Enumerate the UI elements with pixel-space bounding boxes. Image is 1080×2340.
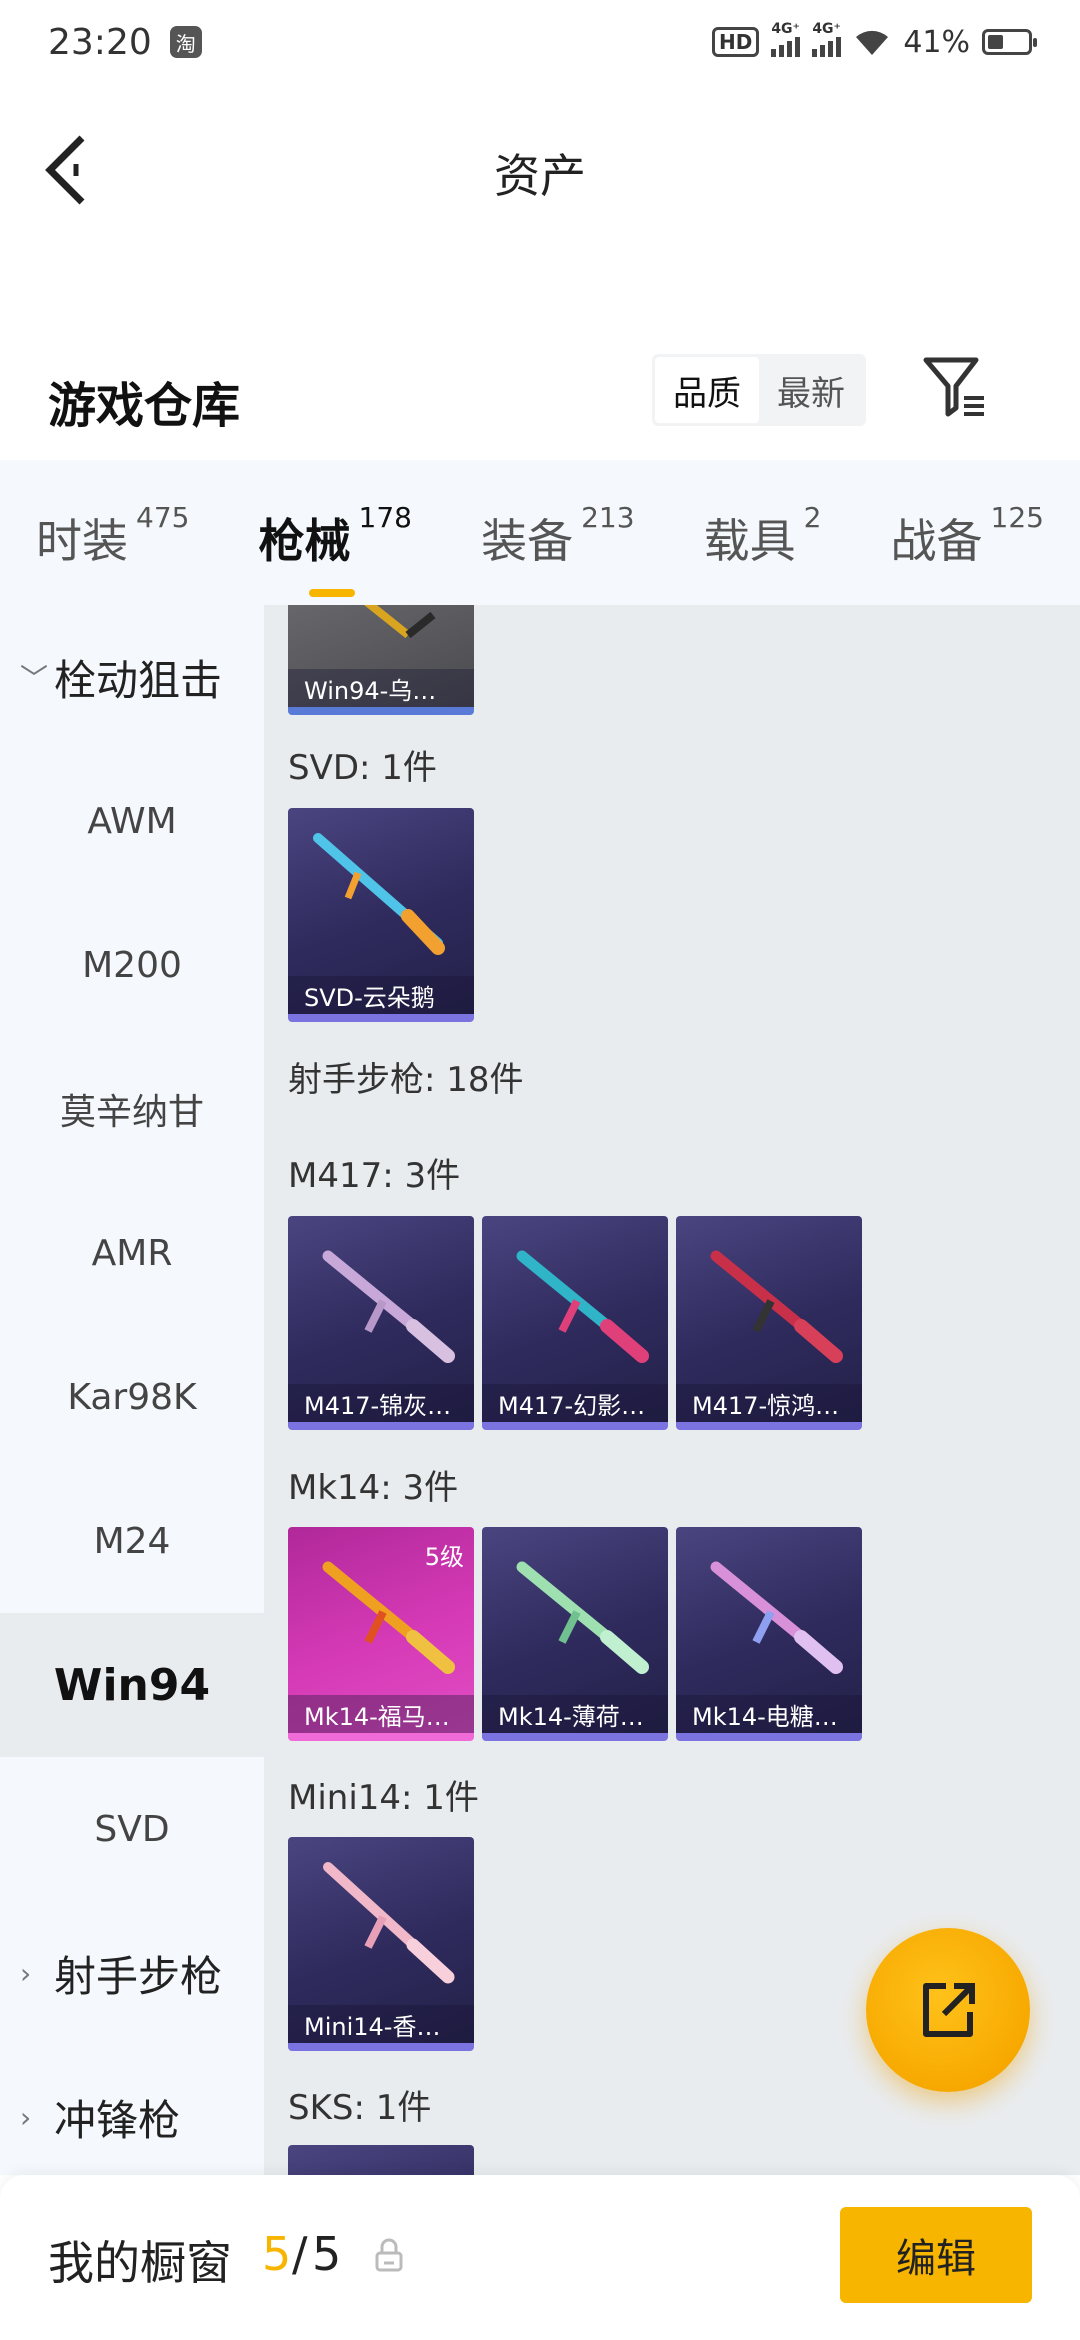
tab-equipment[interactable]: 装备 213 <box>481 495 634 571</box>
warehouse-title: 游戏仓库 <box>48 378 241 434</box>
sidebar-item-mosin[interactable]: 莫辛纳甘 <box>0 1037 264 1181</box>
status-time: 23:20 <box>48 21 152 63</box>
sidebar-group-marksman[interactable]: › 射手步枪 <box>0 1901 264 2045</box>
sort-latest-option[interactable]: 最新 <box>759 357 863 423</box>
showcase-bar: 我的橱窗 5 / 5 编辑 <box>0 2175 1080 2340</box>
skin-card-label: Mini14-香… <box>288 2005 474 2043</box>
hd-voice-icon: HD <box>711 27 760 57</box>
share-button[interactable] <box>866 1928 1030 2092</box>
tab-vehicles[interactable]: 载具 2 <box>704 495 822 571</box>
category-tabs: 时装 475 枪械 178 装备 213 载具 2 战备 125 <box>0 460 1080 605</box>
sidebar-item-svd[interactable]: SVD <box>0 1757 264 1901</box>
gun-icon <box>710 1561 843 1674</box>
chevron-down-icon: ﹀ <box>20 662 49 695</box>
sks-section-label: SKS: 1件 <box>288 2088 432 2128</box>
gun-icon <box>323 1862 455 1984</box>
marksman-section-label: 射手步枪: 18件 <box>288 1060 524 1100</box>
nav-header: 资产 <box>0 84 1080 254</box>
tab-fashion[interactable]: 时装 475 <box>36 495 189 571</box>
showcase-label: 我的橱窗 <box>48 2236 232 2290</box>
sidebar-item-m200[interactable]: M200 <box>0 893 264 1037</box>
sidebar-item-amr[interactable]: AMR <box>0 1181 264 1325</box>
page-title: 资产 <box>494 149 586 203</box>
sort-toggle: 品质 最新 <box>652 354 866 426</box>
sidebar-item-awm[interactable]: AWM <box>0 749 264 893</box>
showcase-total: 5 <box>312 2227 342 2281</box>
signal-icon: 4G⁺ <box>812 21 842 57</box>
sidebar-item-win94[interactable]: Win94 <box>0 1613 264 1757</box>
skin-level-badge: 5级 <box>424 1543 464 1571</box>
edit-button[interactable]: 编辑 <box>840 2207 1032 2303</box>
skin-card-win94[interactable]: Win94-乌… <box>288 605 474 715</box>
skin-card-m417[interactable]: M417-惊鸿… <box>676 1216 862 1430</box>
weapon-category-sidebar: ﹀ 栓动狙击 AWM M200 莫辛纳甘 AMR Kar98K M24 Win9… <box>0 605 264 2175</box>
skin-card-mk14[interactable]: Mk14-电糖… <box>676 1527 862 1741</box>
chevron-right-icon: › <box>20 2100 32 2134</box>
skin-card-mk14[interactable]: Mk14-薄荷… <box>482 1527 668 1741</box>
mini14-section-label: Mini14: 1件 <box>288 1778 479 1818</box>
status-bar: 23:20 淘 HD 4G⁺ 4G⁺ 41% <box>0 0 1080 84</box>
svd-section-label: SVD: 1件 <box>288 748 437 788</box>
skin-card-label: Mk14-电糖… <box>676 1695 862 1733</box>
gun-icon <box>364 605 436 639</box>
gun-icon <box>516 1250 649 1363</box>
battery-icon <box>982 29 1037 55</box>
signal-icon: 4G⁺ <box>771 21 801 57</box>
battery-percent: 41% <box>903 24 970 60</box>
skin-card-label: Mk14-福马… <box>288 1695 474 1733</box>
sidebar-group-smg[interactable]: › 冲锋枪 <box>0 2045 264 2175</box>
gun-icon <box>313 833 445 955</box>
sidebar-item-kar98k[interactable]: Kar98K <box>0 1325 264 1469</box>
skin-card-label: Mk14-薄荷… <box>482 1695 668 1733</box>
lock-icon <box>375 2238 403 2272</box>
warehouse-header: 游戏仓库 品质 最新 <box>0 340 1080 460</box>
sidebar-group-bolt-action[interactable]: ﹀ 栓动狙击 <box>0 605 264 749</box>
skin-card-m417[interactable]: M417-幻影… <box>482 1216 668 1430</box>
gun-icon <box>516 1561 649 1674</box>
mk14-section-label: Mk14: 3件 <box>288 1468 459 1508</box>
skin-card-mk14[interactable]: 5级 Mk14-福马… <box>288 1527 474 1741</box>
skin-card-sks[interactable] <box>288 2145 474 2175</box>
showcase-separator: / <box>292 2227 308 2281</box>
m417-section-label: M417: 3件 <box>288 1156 461 1196</box>
skin-card-svd[interactable]: SVD-云朵鹅 <box>288 808 474 1022</box>
skin-card-label: SVD-云朵鹅 <box>288 976 474 1014</box>
share-icon <box>923 1983 975 2037</box>
filter-icon[interactable] <box>920 352 990 422</box>
active-tab-indicator <box>308 588 355 597</box>
tab-battle-gear[interactable]: 战备 125 <box>891 495 1044 571</box>
status-indicators: HD 4G⁺ 4G⁺ 41% <box>711 21 1037 60</box>
skin-card-label: M417-锦灰… <box>288 1384 474 1422</box>
chevron-right-icon: › <box>20 1956 32 1990</box>
skin-card-label: Win94-乌… <box>288 669 474 707</box>
taobao-notification-icon: 淘 <box>169 26 202 58</box>
gun-icon <box>322 1250 455 1363</box>
wifi-icon <box>856 30 889 55</box>
skin-card-m417[interactable]: M417-锦灰… <box>288 1216 474 1430</box>
showcase-count: 5 <box>262 2227 292 2281</box>
tab-weapons[interactable]: 枪械 178 <box>259 495 412 597</box>
skin-card-mini14[interactable]: Mini14-香… <box>288 1837 474 2051</box>
skin-card-label: M417-惊鸿… <box>676 1384 862 1422</box>
sort-quality-option[interactable]: 品质 <box>655 357 759 423</box>
gun-icon <box>710 1250 843 1363</box>
sidebar-item-m24[interactable]: M24 <box>0 1469 264 1613</box>
skin-card-label: M417-幻影… <box>482 1384 668 1422</box>
